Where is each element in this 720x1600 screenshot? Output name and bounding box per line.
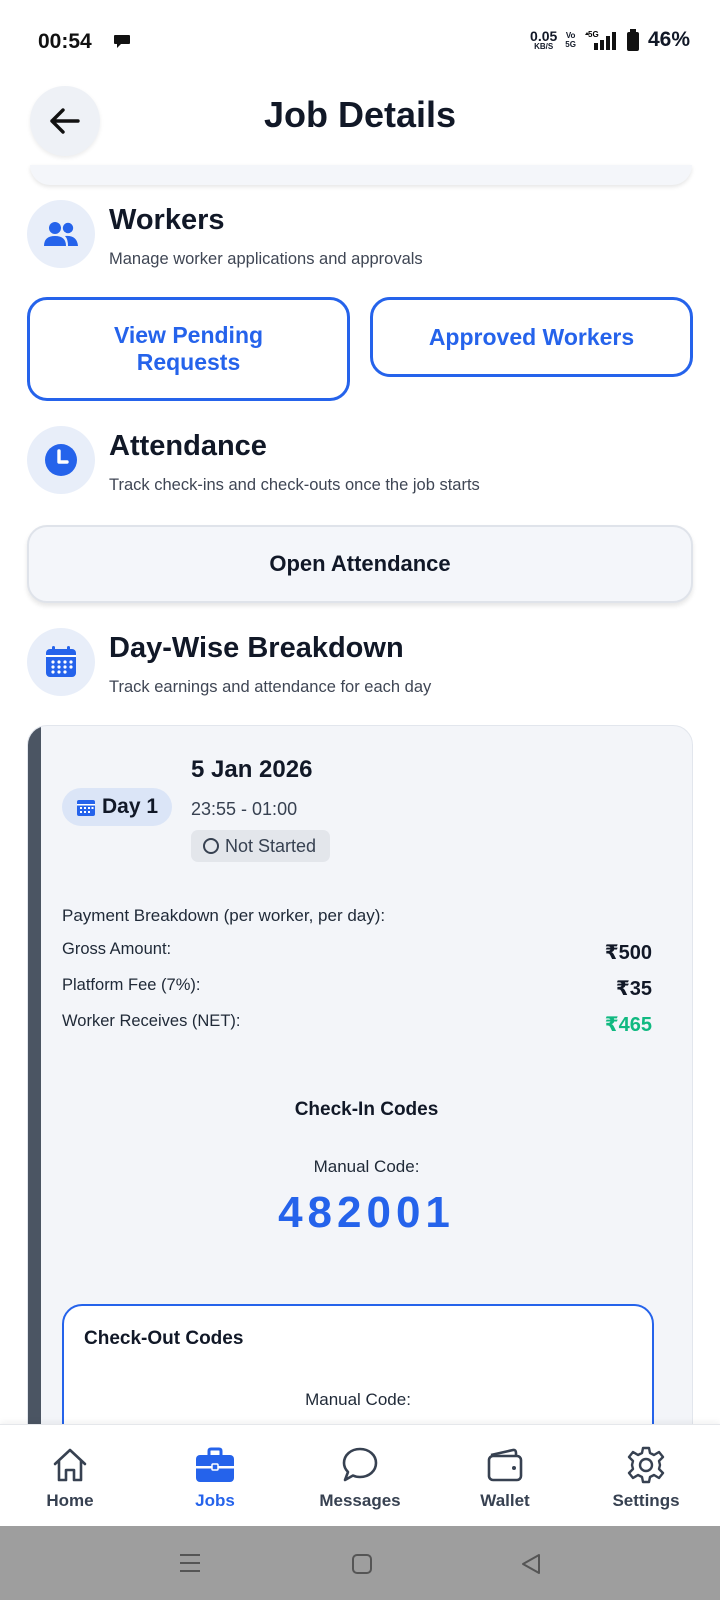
checkin-manual-label: Manual Code: xyxy=(313,1157,420,1176)
status-bar: 00:54 0.05 KB/S Vo 5G 5G 46% xyxy=(0,0,720,80)
status-label: Not Started xyxy=(225,835,317,856)
nav-item-home[interactable]: Home xyxy=(10,1425,130,1527)
page-title: Job Details xyxy=(263,94,457,135)
day-card-accent-bar xyxy=(28,726,41,1444)
network-speed: 0.05 KB/S xyxy=(530,28,558,51)
workers-title: Workers xyxy=(109,204,225,236)
attendance-title: Attendance xyxy=(109,430,267,462)
day-time: 23:55 - 01:00 xyxy=(191,799,298,819)
nav-label: Home xyxy=(46,1491,94,1510)
day-badge-label: Day 1 xyxy=(102,795,159,818)
workers-section: Workers Manage worker applications and a… xyxy=(27,200,697,280)
nav-item-settings[interactable]: Settings xyxy=(586,1425,706,1527)
attendance-section: Attendance Track check-ins and check-out… xyxy=(27,426,697,506)
nav-label: Messages xyxy=(319,1491,401,1510)
menu-icon[interactable] xyxy=(178,1553,202,1573)
checkin-codes-title: Check-In Codes xyxy=(294,1099,439,1120)
attendance-subtitle: Track check-ins and check-outs once the … xyxy=(109,476,480,494)
breakdown-title: Day-Wise Breakdown xyxy=(109,632,404,664)
app-header: Job Details xyxy=(0,80,720,170)
battery-icon xyxy=(626,29,639,51)
circle-icon xyxy=(203,838,219,854)
gear-icon xyxy=(627,1446,665,1484)
checkout-codes-title: Check-Out Codes xyxy=(84,1328,244,1349)
day-card[interactable]: Day 1 5 Jan 2026 23:55 - 01:00 Not Start… xyxy=(27,725,693,1445)
home-icon xyxy=(53,1448,87,1482)
payment-value-net: ₹465 xyxy=(604,1014,652,1036)
pending-label-line2: Requests xyxy=(136,349,241,375)
signal-icon: 5G xyxy=(584,30,616,50)
briefcase-icon xyxy=(196,1447,234,1482)
status-time: 00:54 xyxy=(38,30,92,53)
nav-label: Settings xyxy=(612,1491,680,1510)
volte-indicator: Vo 5G xyxy=(565,31,576,49)
pending-label-line1: View Pending xyxy=(113,322,264,348)
nav-item-jobs[interactable]: Jobs xyxy=(155,1425,275,1527)
system-nav-bar xyxy=(0,1526,720,1600)
status-badge: Not Started xyxy=(191,830,331,862)
payment-row-gross: Gross Amount: ₹500 xyxy=(62,940,652,965)
payment-row-fee: Platform Fee (7%): ₹35 xyxy=(62,976,652,1001)
wallet-icon xyxy=(487,1448,523,1482)
chat-icon xyxy=(342,1447,378,1482)
open-attendance-button[interactable]: Open Attendance xyxy=(27,525,693,603)
people-icon xyxy=(27,200,95,268)
checkout-manual-label: Manual Code: xyxy=(305,1390,411,1409)
nav-item-messages[interactable]: Messages xyxy=(300,1425,420,1527)
workers-subtitle: Manage worker applications and approvals xyxy=(109,250,423,268)
day-badge: Day 1 xyxy=(62,788,173,826)
breakdown-section: Day-Wise Breakdown Track earnings and at… xyxy=(27,628,697,708)
payment-row-net: Worker Receives (NET): ₹465 xyxy=(62,1012,652,1037)
payment-label: Gross Amount: xyxy=(62,940,172,958)
day-date: 5 Jan 2026 xyxy=(191,756,313,783)
back-triangle-icon[interactable] xyxy=(520,1553,542,1575)
nav-label: Wallet xyxy=(480,1491,530,1510)
approved-workers-label: Approved Workers xyxy=(428,323,635,350)
calendar-icon xyxy=(77,800,95,816)
nav-label: Jobs xyxy=(195,1491,235,1510)
approved-workers-button[interactable]: Approved Workers xyxy=(370,297,693,377)
calendar-icon xyxy=(27,628,95,696)
checkin-code: 482001 xyxy=(278,1188,455,1237)
payment-breakdown-heading: Payment Breakdown (per worker, per day): xyxy=(62,906,386,925)
previous-card-edge xyxy=(30,165,692,185)
bottom-nav: Home Jobs Messages Wallet Settings xyxy=(0,1424,720,1526)
payment-label: Platform Fee (7%): xyxy=(62,976,201,994)
home-square-icon[interactable] xyxy=(351,1553,373,1575)
battery-percent: 46% xyxy=(647,28,690,51)
svg-text:5G: 5G xyxy=(588,30,599,39)
nav-item-wallet[interactable]: Wallet xyxy=(445,1425,565,1527)
open-attendance-label: Open Attendance xyxy=(269,551,451,576)
clock-icon xyxy=(27,426,95,494)
payment-value: ₹35 xyxy=(615,978,652,1000)
breakdown-subtitle: Track earnings and attendance for each d… xyxy=(109,678,432,696)
view-pending-requests-button[interactable]: View Pending Requests xyxy=(27,297,350,401)
payment-label: Worker Receives (NET): xyxy=(62,1012,241,1030)
payment-value: ₹500 xyxy=(604,942,652,964)
chat-notification-icon xyxy=(114,35,130,48)
